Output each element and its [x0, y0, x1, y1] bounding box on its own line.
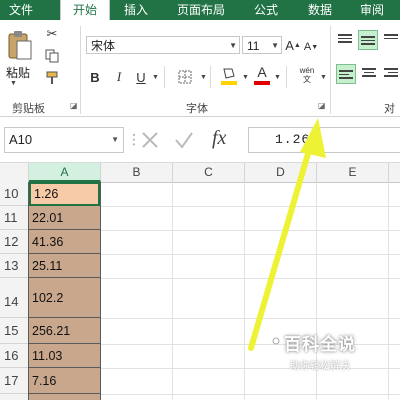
watermark: 百科全说 助你轻松解决	[284, 330, 394, 376]
watermark-logo-icon	[272, 334, 280, 345]
watermark-title: 百科全说	[284, 335, 356, 354]
watermark-subtitle: 助你轻松解决	[290, 361, 350, 372]
